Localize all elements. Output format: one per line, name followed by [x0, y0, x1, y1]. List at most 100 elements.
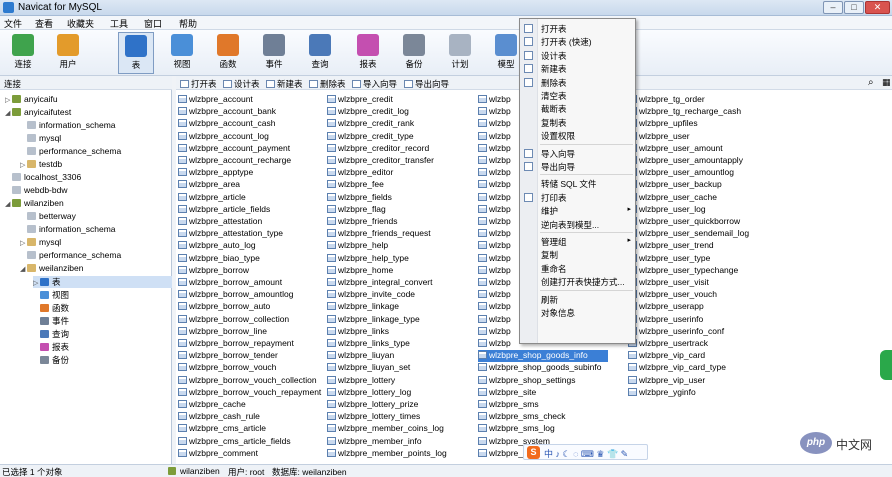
table-item[interactable]: wlzbpre_borrow	[178, 265, 326, 277]
table-item[interactable]: wlzbpre_lottery_times	[327, 411, 477, 423]
tree-node[interactable]: 报表	[33, 341, 69, 353]
tree-node[interactable]: webdb-bdw	[5, 185, 67, 195]
context-menu-item[interactable]: 清空表	[520, 89, 635, 102]
table-item[interactable]: wlzbpre_yginfo	[628, 387, 798, 399]
context-menu-item[interactable]: 刷新	[520, 293, 635, 306]
toolbar-user-button[interactable]: 用户	[50, 32, 86, 74]
table-item[interactable]: wlzbpre_attestation	[178, 216, 326, 228]
table-item[interactable]: wlzbpre_creditor_record	[327, 143, 477, 155]
context-menu-item[interactable]: 新建表	[520, 62, 635, 75]
table-item[interactable]: wlzbpre_borrow_line	[178, 326, 326, 338]
search-icon[interactable]: ⌕	[868, 77, 874, 88]
toolbar-query-button[interactable]: 查询	[302, 32, 338, 74]
table-item[interactable]: wlzbpre_links_type	[327, 338, 477, 350]
table-item[interactable]: wlzbpre_flag	[327, 204, 477, 216]
table-item[interactable]: wlzbpre_borrow_vouch_collection	[178, 375, 326, 387]
tree-node[interactable]: information_schema	[20, 224, 116, 234]
context-menu-item[interactable]: 转储 SQL 文件	[520, 177, 635, 190]
table-item[interactable]: wlzbpre_tg_order	[628, 94, 798, 106]
table-item[interactable]: wlzbpre_comment	[178, 448, 326, 460]
toolbar-event-button[interactable]: 事件	[256, 32, 292, 74]
tree-node[interactable]: performance_schema	[20, 146, 121, 156]
table-item[interactable]: wlzbpre_user_sendemail_log	[628, 228, 798, 240]
context-menu-item[interactable]: 导出向导	[520, 160, 635, 173]
table-item[interactable]: wlzbpre_user_cache	[628, 192, 798, 204]
context-menu-item[interactable]: 打开表	[520, 22, 635, 35]
table-item[interactable]: wlzbpre_vip_card_type	[628, 362, 798, 374]
expand-arrow-icon[interactable]: ▷	[20, 161, 27, 169]
expand-arrow-icon[interactable]: ▷	[5, 96, 12, 104]
maximize-button[interactable]: □	[844, 1, 864, 14]
table-item[interactable]: wlzbpre_account_recharge	[178, 155, 326, 167]
table-item[interactable]: wlzbpre_user_visit	[628, 277, 798, 289]
menu-tools[interactable]: 工具	[110, 17, 128, 30]
table-item[interactable]: wlzbpre_borrow_collection	[178, 314, 326, 326]
table-item[interactable]: wlzbpre_user_amountapply	[628, 155, 798, 167]
tree-node[interactable]: ▷ testdb	[20, 159, 62, 169]
menu-favorites[interactable]: 收藏夹	[67, 17, 94, 30]
table-item[interactable]: wlzbpre_account_log	[178, 131, 326, 143]
table-item[interactable]: wlzbpre_user_typechange	[628, 265, 798, 277]
table-item[interactable]: wlzbpre_shop_goods_subinfo	[478, 362, 624, 374]
expand-arrow-icon[interactable]: ◢	[20, 265, 27, 273]
toolbar-schedule-button[interactable]: 计划	[442, 32, 478, 74]
table-item[interactable]: wlzbpre_lottery_log	[327, 387, 477, 399]
tree-node[interactable]: performance_schema	[20, 250, 121, 260]
table-item[interactable]: wlzbpre_user_trend	[628, 240, 798, 252]
table-item[interactable]: wlzbpre_borrow_amountlog	[178, 289, 326, 301]
grid-view-icon[interactable]: ▦	[882, 77, 891, 88]
table-item[interactable]: wlzbpre_integral_convert	[327, 277, 477, 289]
expand-arrow-icon[interactable]: ◢	[5, 109, 12, 117]
table-item[interactable]: wlzbpre_user_quickborrow	[628, 216, 798, 228]
table-item[interactable]: wlzbpre_liuyan	[327, 350, 477, 362]
table-item[interactable]: wlzbpre_credit	[327, 94, 477, 106]
table-item[interactable]: wlzbpre_friends_request	[327, 228, 477, 240]
context-menu-item[interactable]: 复制表	[520, 116, 635, 129]
open-table-button[interactable]: 打开表	[180, 78, 217, 90]
table-item[interactable]: wlzbpre_userinfo	[628, 314, 798, 326]
table-item[interactable]: wlzbpre_user_amount	[628, 143, 798, 155]
expand-arrow-icon[interactable]: ▷	[33, 279, 40, 287]
expand-arrow-icon[interactable]: ◢	[5, 200, 12, 208]
table-item[interactable]: wlzbpre_borrow_vouch_repayment	[178, 387, 326, 399]
table-item[interactable]: wlzbpre_user_log	[628, 204, 798, 216]
tree-node[interactable]: information_schema	[20, 120, 116, 130]
tree-node[interactable]: localhost_3306	[5, 172, 81, 182]
delete-table-button[interactable]: 删除表	[309, 78, 346, 90]
table-item[interactable]: wlzbpre_linkage	[327, 301, 477, 313]
table-item[interactable]: wlzbpre_account_bank	[178, 106, 326, 118]
table-item[interactable]: wlzbpre_sms_log	[478, 423, 624, 435]
context-menu-item[interactable]: 重命名	[520, 262, 635, 275]
context-menu-item[interactable]: 对象信息	[520, 306, 635, 319]
toolbar-function-button[interactable]: 函数	[210, 32, 246, 74]
table-item[interactable]: wlzbpre_account	[178, 94, 326, 106]
table-item[interactable]: wlzbpre_credit_log	[327, 106, 477, 118]
table-item[interactable]: wlzbpre_cms_article	[178, 423, 326, 435]
table-item[interactable]: wlzbpre_lottery_prize	[327, 399, 477, 411]
table-item[interactable]: wlzbpre_fields	[327, 192, 477, 204]
table-item[interactable]: wlzbpre_area	[178, 179, 326, 191]
table-item[interactable]: wlzbpre_lottery	[327, 375, 477, 387]
table-item[interactable]: wlzbpre_userapp	[628, 301, 798, 313]
table-item[interactable]: wlzbpre_biao_type	[178, 253, 326, 265]
table-item[interactable]: wlzbpre_editor	[327, 167, 477, 179]
context-menu-item[interactable]: 复制	[520, 248, 635, 261]
table-item[interactable]: wlzbpre_user_backup	[628, 179, 798, 191]
tree-node[interactable]: betterway	[20, 211, 76, 221]
toolbar-view-button[interactable]: 视图	[164, 32, 200, 74]
table-item[interactable]: wlzbpre_shop_goods_info	[478, 350, 608, 363]
table-item[interactable]: wlzbpre_article	[178, 192, 326, 204]
tree-node[interactable]: ◢ anyicaifutest	[5, 107, 71, 117]
side-float-tab[interactable]	[880, 350, 892, 380]
context-menu-item[interactable]: 截断表	[520, 102, 635, 115]
table-item[interactable]: wlzbpre_invite_code	[327, 289, 477, 301]
export-wizard-button[interactable]: 导出向导	[404, 78, 449, 90]
table-item[interactable]: wlzbpre_home	[327, 265, 477, 277]
context-menu-item[interactable]: 管理组 ▸	[520, 235, 635, 248]
tree-node[interactable]: 查询	[33, 328, 69, 340]
table-item[interactable]: wlzbpre_borrow_vouch	[178, 362, 326, 374]
table-item[interactable]: wlzbpre_friends	[327, 216, 477, 228]
context-menu-item[interactable]: 设计表	[520, 49, 635, 62]
table-item[interactable]: wlzbpre_credit_type	[327, 131, 477, 143]
table-item[interactable]: wlzbpre_cash_rule	[178, 411, 326, 423]
